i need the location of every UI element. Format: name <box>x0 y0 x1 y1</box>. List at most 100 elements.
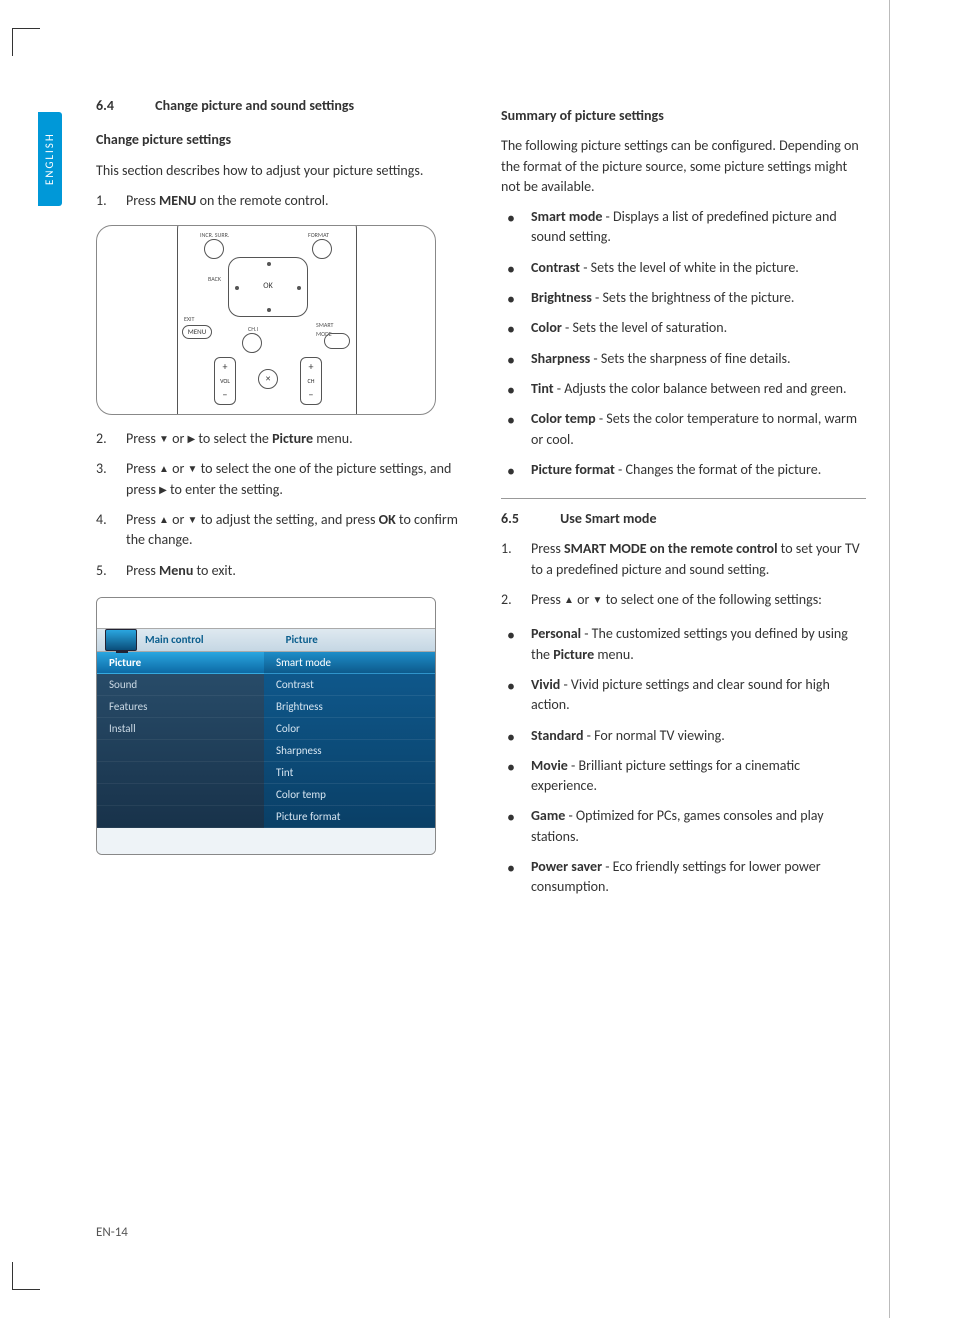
triangle-up-icon: ▲ <box>564 593 574 608</box>
remote-control-illustration: SLEEP DUAL I-II SURF INCR. SURR. FORMAT … <box>96 225 436 415</box>
smart-mode-steps: Press SMART MODE on the remote control t… <box>501 539 866 610</box>
step-2: Press ▼ or ▶ to select the Picture menu. <box>96 429 461 449</box>
settings-bullet-list: Smart mode - Displays a list of predefin… <box>501 207 866 480</box>
step-1: Press MENU on the remote control. <box>96 191 461 211</box>
setting-name: Color <box>531 319 562 336</box>
text: Press <box>126 460 159 477</box>
text: on the remote control. <box>196 192 328 209</box>
smart-mode-options: Personal - The customized settings you d… <box>501 624 866 897</box>
chi-button <box>242 333 262 353</box>
step-3: Press ▲ or ▼ to select the one of the pi… <box>96 459 461 500</box>
mode-desc: - Brilliant picture settings for a cinem… <box>531 757 800 794</box>
text: to adjust the setting, and press <box>197 511 378 528</box>
vol-label: VOL <box>220 377 230 386</box>
exit-label: EXIT <box>184 315 194 324</box>
setting-desc: - Sets the level of saturation. <box>562 319 727 336</box>
intro-paragraph: This section describes how to adjust you… <box>96 161 461 181</box>
text: Press <box>126 430 159 447</box>
text: Press <box>531 591 564 608</box>
osd-left-item <box>97 806 264 828</box>
menu-bold: MENU <box>159 192 196 209</box>
setting-item: Picture format - Changes the format of t… <box>501 460 866 480</box>
setting-item: Contrast - Sets the level of white in th… <box>501 258 866 278</box>
setting-name: Contrast <box>531 259 580 276</box>
setting-name: Color temp <box>531 410 596 427</box>
osd-right-pane: Smart mode Contrast Brightness Color Sha… <box>264 652 435 828</box>
triangle-up-icon: ▲ <box>159 513 169 528</box>
setting-item: Brightness - Sets the brightness of the … <box>501 288 866 308</box>
mode-name: Personal <box>531 625 581 642</box>
osd-left-item <box>97 762 264 784</box>
osd-left-pane: Picture Sound Features Install <box>97 652 264 828</box>
setting-name: Smart mode <box>531 208 602 225</box>
sm-step-2: Press ▲ or ▼ to select one of the follow… <box>501 590 866 610</box>
setting-name: Sharpness <box>531 350 590 367</box>
mode-name: Power saver <box>531 858 602 875</box>
triangle-down-icon: ▼ <box>188 462 198 477</box>
osd-body: Picture Sound Features Install Smart mod… <box>97 652 435 828</box>
ok-label: OK <box>263 281 272 293</box>
triangle-up-icon: ▲ <box>159 462 169 477</box>
picture-bold: Picture <box>272 430 313 447</box>
mode-name: Movie <box>531 757 568 774</box>
section-number: 6.4 <box>96 96 152 116</box>
osd-left-item: Sound <box>97 674 264 696</box>
setting-item: Color temp - Sets the color temperature … <box>501 409 866 450</box>
triangle-right-icon: ▶ <box>159 483 167 498</box>
mode-item: Personal - The customized settings you d… <box>501 624 866 665</box>
text: Press <box>531 540 564 557</box>
osd-right-item: Brightness <box>264 696 435 718</box>
setting-desc: - Adjusts the color balance between red … <box>554 380 847 397</box>
osd-right-item: Picture format <box>264 806 435 828</box>
text: Press <box>126 562 159 579</box>
page-number: EN-14 <box>96 1224 128 1243</box>
setting-desc: - Sets the brightness of the picture. <box>592 289 795 306</box>
mode-desc: - Vivid picture settings and clear sound… <box>531 676 830 713</box>
right-column: Summary of picture settings The followin… <box>501 96 866 912</box>
mode-item: Vivid - Vivid picture settings and clear… <box>501 675 866 716</box>
section-6-5-heading: 6.5 Use Smart mode <box>501 509 866 529</box>
text: Press <box>126 511 159 528</box>
incr-surr-button <box>204 239 224 259</box>
ch-label: CH <box>308 377 315 386</box>
setting-desc: - Sets the sharpness of fine details. <box>590 350 790 367</box>
osd-left-item <box>97 784 264 806</box>
text: or <box>169 460 188 477</box>
osd-right-item: Sharpness <box>264 740 435 762</box>
tv-icon <box>105 629 137 651</box>
text: menu. <box>313 430 353 447</box>
sm-step-1: Press SMART MODE on the remote control t… <box>501 539 866 580</box>
ok-ring: OK <box>228 257 308 317</box>
text: to enter the setting. <box>167 481 283 498</box>
osd-bottom-bar <box>97 828 435 854</box>
change-picture-subhead: Change picture settings <box>96 130 461 150</box>
text: or <box>169 430 188 447</box>
steps-list-2: Press ▼ or ▶ to select the Picture menu.… <box>96 429 461 581</box>
mode-desc-bold: Picture <box>553 646 594 663</box>
mode-item: Movie - Brilliant picture settings for a… <box>501 756 866 797</box>
triangle-down-icon: ▼ <box>593 593 603 608</box>
setting-item: Sharpness - Sets the sharpness of fine d… <box>501 349 866 369</box>
osd-left-item: Install <box>97 718 264 740</box>
plus-icon: + <box>309 360 314 375</box>
menu-bold: Menu <box>159 562 193 579</box>
mode-desc: menu. <box>594 646 634 663</box>
mode-item: Game - Optimized for PCs, games consoles… <box>501 806 866 847</box>
left-column: 6.4 Change picture and sound settings Ch… <box>96 96 461 912</box>
osd-left-item <box>97 740 264 762</box>
smart-mode-bold: SMART MODE on the remote control <box>564 540 778 557</box>
osd-header-right: Picture <box>286 632 318 648</box>
minus-icon: − <box>223 388 228 403</box>
step-5: Press Menu to exit. <box>96 561 461 581</box>
mode-name: Game <box>531 807 565 824</box>
triangle-down-icon: ▼ <box>159 432 169 447</box>
section-divider <box>501 498 866 499</box>
osd-right-item: Tint <box>264 762 435 784</box>
osd-header: Main control Picture <box>97 628 435 652</box>
setting-name: Tint <box>531 380 554 397</box>
text: or <box>574 591 593 608</box>
plus-icon: + <box>223 360 228 375</box>
osd-right-item: Color <box>264 718 435 740</box>
section-number: 6.5 <box>501 509 557 529</box>
minus-icon: − <box>309 388 314 403</box>
